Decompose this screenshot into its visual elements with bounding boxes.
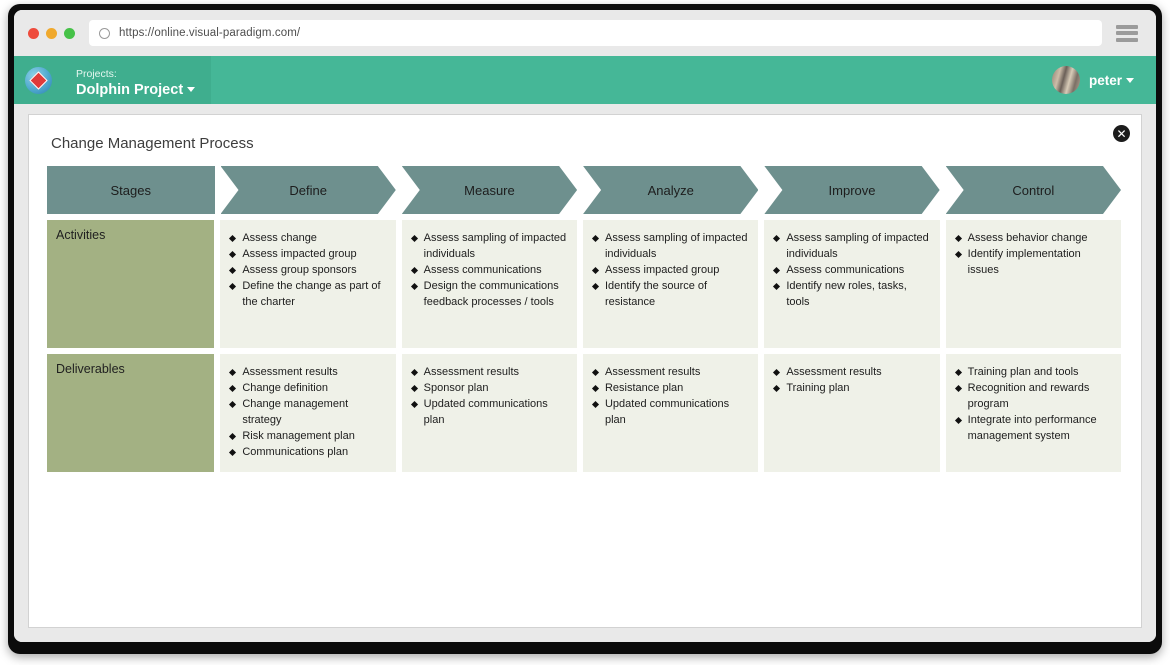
app-content-area: ✕ Change Management Process Stages Defin… [14, 104, 1156, 642]
column-header-define[interactable]: Define [221, 166, 396, 214]
list-item: Assess impacted group [591, 262, 749, 278]
list-item: Define the change as part of the charter [228, 278, 386, 310]
cell-deliverables-measure[interactable]: Assessment results Sponsor plan Updated co… [401, 354, 577, 472]
maximize-window-button[interactable] [64, 27, 75, 39]
list-item: Assess impacted group [228, 246, 386, 262]
list-item: Assess sampling of impacted individuals [591, 230, 749, 262]
minimize-window-button[interactable] [46, 27, 57, 39]
process-table: Stages Define Measure Analyze Improve Co… [47, 166, 1127, 472]
page-title: Change Management Process [51, 135, 254, 152]
list-item: Assess behavior change [954, 230, 1112, 246]
bullet-list: Assess sampling of impacted individuals A… [591, 230, 749, 310]
list-item: Identify implementation issues [954, 246, 1112, 278]
list-item: Change management strategy [228, 396, 386, 428]
list-item: Sponsor plan [410, 380, 568, 396]
bullet-list: Training plan and tools Recognition and r… [954, 364, 1112, 444]
projects-label: Projects: [76, 67, 117, 80]
list-item: Assess group sponsors [228, 262, 386, 278]
cell-activities-measure[interactable]: Assess sampling of impacted individuals A… [401, 220, 577, 348]
list-item: Identify the source of resistance [591, 278, 749, 310]
bullet-list: Assessment results Change definition Chang… [228, 364, 386, 460]
list-item: Assessment results [228, 364, 386, 380]
list-item: Updated communications plan [410, 396, 568, 428]
row-label-deliverables: Deliverables [47, 354, 215, 472]
list-item: Assess sampling of impacted individuals [772, 230, 930, 262]
bullet-list: Assess sampling of impacted individuals A… [410, 230, 568, 310]
bullet-list: Assess behavior change Identify implement… [954, 230, 1112, 278]
cell-activities-define[interactable]: Assess change Assess impacted group Assess… [220, 220, 396, 348]
menu-line [1116, 37, 1138, 42]
chevron-down-icon [187, 86, 196, 92]
cell-deliverables-control[interactable]: Training plan and tools Recognition and r… [945, 354, 1121, 472]
list-item: Assessment results [591, 364, 749, 380]
list-item: Training plan [772, 380, 930, 396]
column-header-measure[interactable]: Measure [402, 166, 577, 214]
bullet-list: Assessment results Resistance plan Updated… [591, 364, 749, 428]
menu-line [1116, 31, 1138, 35]
column-header-improve[interactable]: Improve [764, 166, 939, 214]
hamburger-menu-icon[interactable] [1116, 24, 1138, 42]
cell-activities-improve[interactable]: Assess sampling of impacted individuals A… [764, 220, 940, 348]
list-item: Risk management plan [228, 428, 386, 444]
diamond-icon [28, 70, 48, 90]
cell-activities-analyze[interactable]: Assess sampling of impacted individuals A… [582, 220, 759, 348]
visual-paradigm-logo-icon[interactable] [14, 56, 62, 104]
list-item: Recognition and rewards program [954, 380, 1112, 412]
project-selector[interactable]: Projects: Dolphin Project [62, 56, 212, 104]
column-header-control[interactable]: Control [946, 166, 1121, 214]
list-item: Resistance plan [591, 380, 749, 396]
list-item: Identify new roles, tasks, tools [772, 278, 930, 310]
list-item: Assess communications [772, 262, 930, 278]
column-header-stages: Stages [47, 166, 215, 214]
list-item: Assessment results [410, 364, 568, 380]
username-label: peter [1089, 73, 1134, 88]
window-traffic-lights [28, 27, 75, 39]
list-item: Integrate into performance management sy… [954, 412, 1112, 444]
process-header-row: Stages Define Measure Analyze Improve Co… [47, 166, 1127, 214]
app-header-bar: Projects: Dolphin Project peter [14, 56, 1156, 104]
chevron-down-icon [1126, 77, 1134, 83]
close-x-icon[interactable]: ✕ [1113, 125, 1130, 142]
bullet-list: Assess change Assess impacted group Assess… [228, 230, 386, 310]
cell-deliverables-analyze[interactable]: Assessment results Resistance plan Updated… [582, 354, 759, 472]
loading-circle-icon [99, 27, 110, 39]
list-item: Training plan and tools [954, 364, 1112, 380]
cell-activities-control[interactable]: Assess behavior change Identify implement… [945, 220, 1121, 348]
cell-deliverables-define[interactable]: Assessment results Change definition Chang… [220, 354, 396, 472]
list-item: Change definition [228, 380, 386, 396]
project-name: Dolphin Project [76, 81, 196, 99]
browser-titlebar: https://online.visual-paradigm.com/ [14, 10, 1156, 56]
table-row: Deliverables Assessment results Change de… [47, 354, 1127, 472]
browser-window: https://online.visual-paradigm.com/ Proj… [8, 4, 1162, 654]
table-row: Activities Assess change Assess impacted … [47, 220, 1127, 348]
address-bar[interactable]: https://online.visual-paradigm.com/ [89, 20, 1102, 46]
list-item: Assess change [228, 230, 386, 246]
list-item: Assessment results [772, 364, 930, 380]
list-item: Assess sampling of impacted individuals [410, 230, 568, 262]
list-item: Communications plan [228, 444, 386, 460]
url-text: https://online.visual-paradigm.com/ [119, 27, 301, 39]
list-item: Design the communications feedback proce… [410, 278, 568, 310]
column-header-analyze[interactable]: Analyze [583, 166, 758, 214]
list-item: Assess communications [410, 262, 568, 278]
user-avatar [1051, 66, 1080, 94]
diagram-dialog: ✕ Change Management Process Stages Defin… [28, 114, 1142, 628]
bullet-list: Assess sampling of impacted individuals A… [772, 230, 930, 310]
user-menu[interactable]: peter [1051, 66, 1156, 94]
browser-viewport: https://online.visual-paradigm.com/ Proj… [14, 10, 1156, 642]
row-label-activities: Activities [47, 220, 215, 348]
globe-icon [24, 66, 52, 94]
list-item: Updated communications plan [591, 396, 749, 428]
menu-line [1116, 24, 1138, 29]
cell-deliverables-improve[interactable]: Assessment results Training plan [764, 354, 940, 472]
bullet-list: Assessment results Training plan [772, 364, 930, 396]
bullet-list: Assessment results Sponsor plan Updated co… [410, 364, 568, 428]
close-window-button[interactable] [28, 27, 39, 39]
